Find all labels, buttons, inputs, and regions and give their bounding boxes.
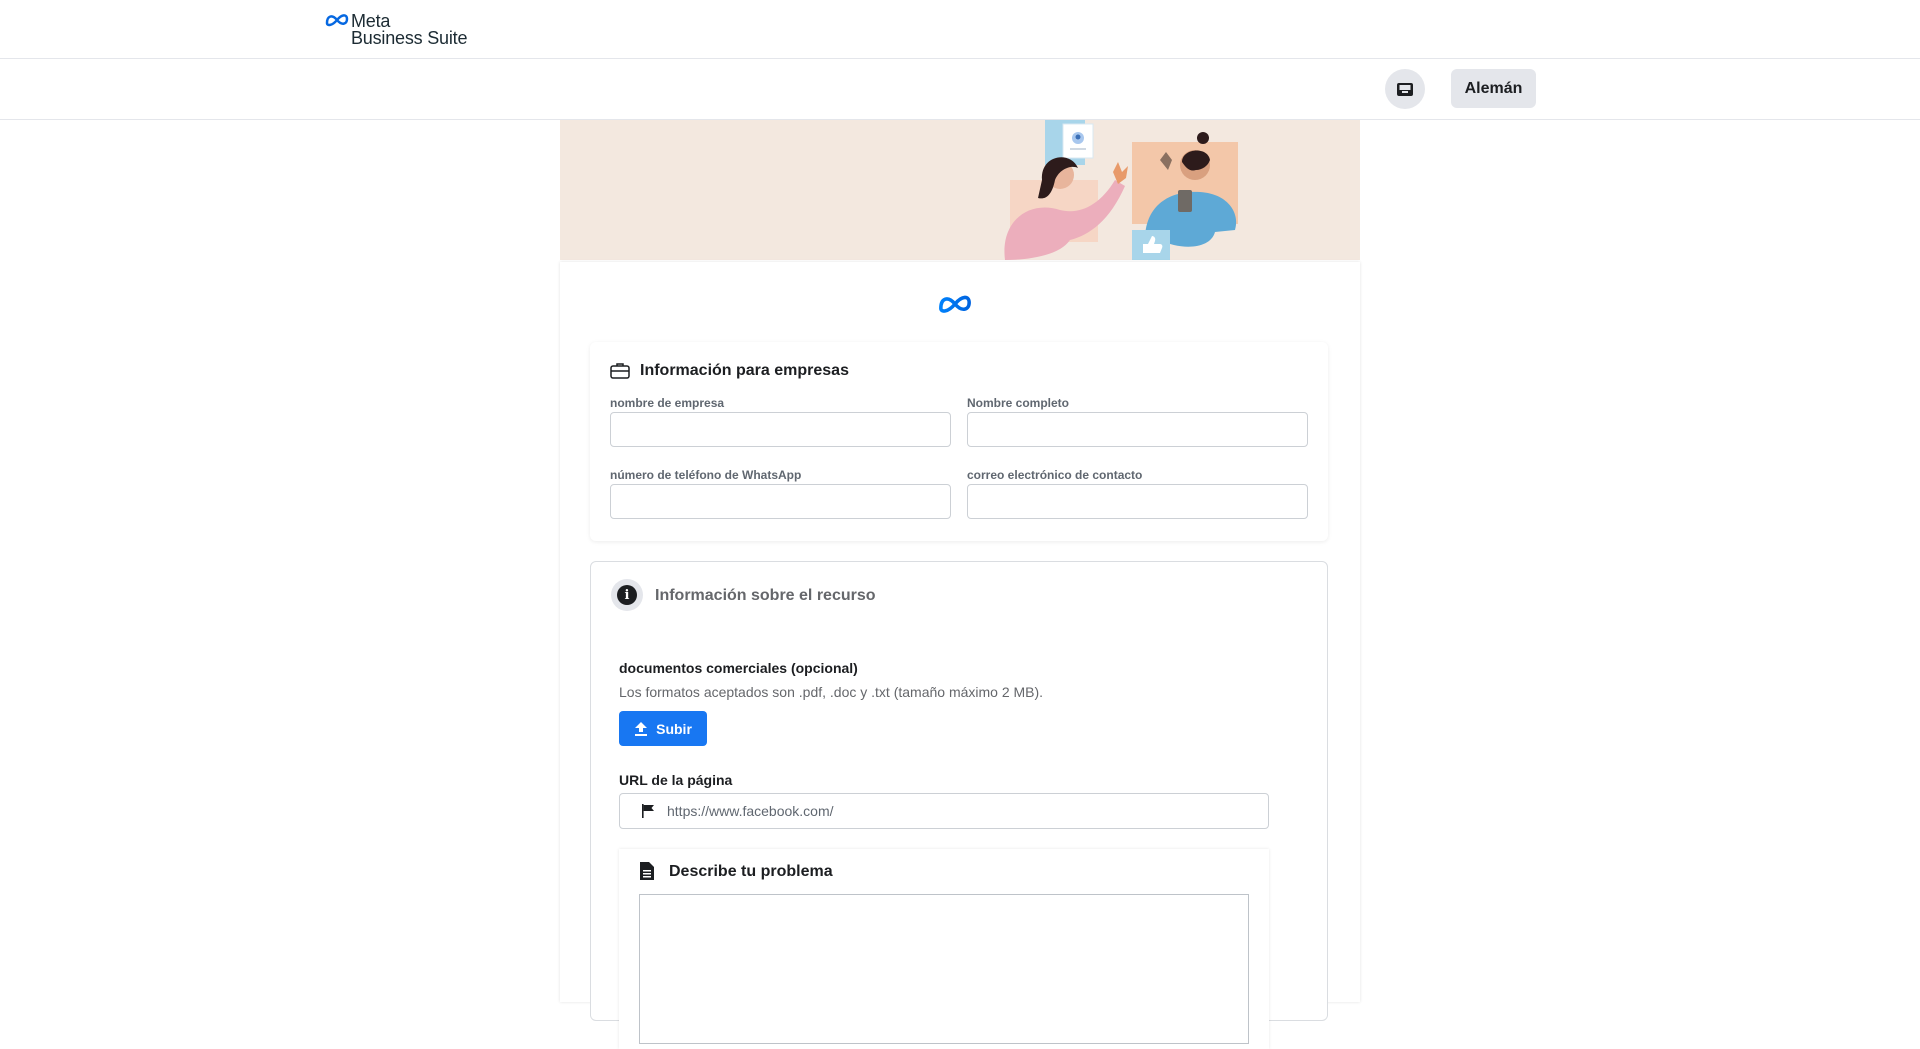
page-url-label: URL de la página (619, 772, 733, 788)
document-icon (640, 862, 654, 880)
resource-info-title: Información sobre el recurso (655, 587, 876, 604)
meta-logo-icon (325, 14, 349, 27)
top-bar: Meta Business Suite (0, 0, 1920, 59)
meta-business-suite-logo[interactable]: Meta Business Suite (325, 11, 495, 48)
upload-button[interactable]: Subir (619, 711, 707, 746)
brand-line2: Business Suite (351, 28, 468, 48)
info-icon: i (611, 579, 643, 611)
company-name-label: nombre de empresa (610, 396, 725, 410)
briefcase-icon (610, 363, 630, 379)
company-name-input[interactable] (610, 412, 951, 447)
form-card: Información para empresas nombre de empr… (560, 262, 1360, 1049)
page-url-input[interactable]: https://www.facebook.com/ (619, 793, 1269, 829)
describe-problem-box: Describe tu problema (619, 849, 1269, 1049)
people-illustration-icon (1004, 120, 1238, 260)
upload-label: Subir (656, 720, 692, 737)
inbox-icon (1397, 83, 1413, 96)
whatsapp-label: número de teléfono de WhatsApp (610, 468, 802, 482)
flag-icon (642, 804, 654, 818)
email-input[interactable] (967, 484, 1308, 519)
documents-label: documentos comerciales (opcional) (619, 660, 858, 676)
email-label: correo electrónico de contacto (967, 468, 1143, 482)
business-info-title: Información para empresas (640, 362, 849, 379)
describe-problem-title: Describe tu problema (669, 863, 833, 880)
documents-help-text: Los formatos aceptados son .pdf, .doc y … (619, 684, 1044, 700)
hero-illustration (560, 120, 1360, 260)
describe-problem-textarea[interactable] (639, 894, 1249, 1044)
whatsapp-input[interactable] (610, 484, 951, 519)
business-info-section: Información para empresas nombre de empr… (590, 342, 1328, 541)
meta-icon (939, 295, 971, 313)
full-name-label: Nombre completo (967, 396, 1070, 410)
page-url-placeholder: https://www.facebook.com/ (667, 803, 834, 819)
full-name-input[interactable] (967, 412, 1308, 447)
inbox-button[interactable] (1385, 69, 1425, 109)
language-button[interactable]: Alemán (1451, 69, 1536, 108)
resource-info-section: i Información sobre el recurso documento… (590, 561, 1328, 1049)
upload-icon (635, 721, 648, 736)
sub-bar: Alemán (0, 59, 1920, 120)
